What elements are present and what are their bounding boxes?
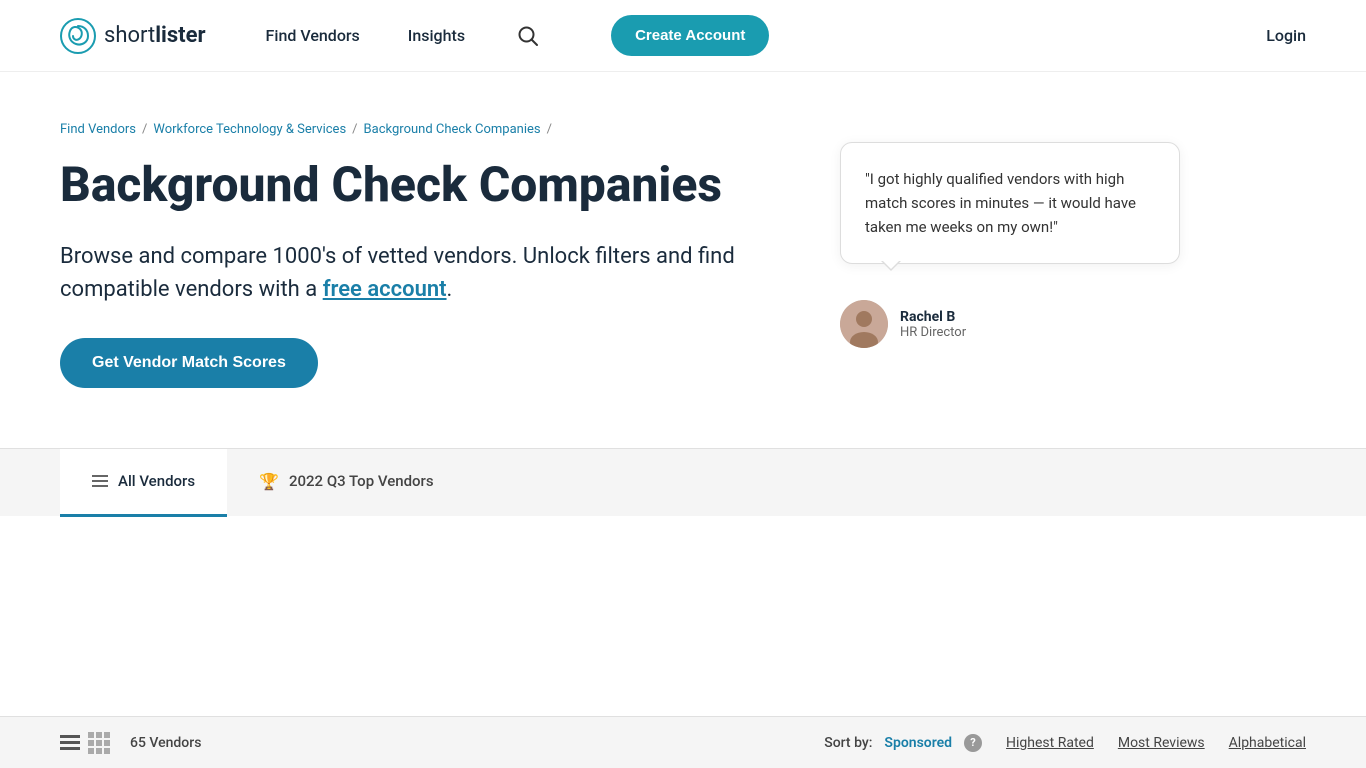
trophy-icon: 🏆: [259, 472, 279, 491]
testimonial-area: "I got highly qualified vendors with hig…: [840, 142, 1180, 348]
grid-view-button[interactable]: [88, 732, 110, 754]
search-icon: [517, 25, 539, 47]
free-account-link[interactable]: free account: [323, 277, 447, 302]
sort-area: Sort by: Sponsored ? Highest Rated Most …: [824, 734, 1306, 752]
sort-sponsored[interactable]: Sponsored: [884, 735, 952, 751]
view-icons: 65 Vendors: [60, 732, 201, 754]
login-link[interactable]: Login: [1266, 26, 1306, 45]
cta-button[interactable]: Get Vendor Match Scores: [60, 338, 318, 388]
avatar-illustration: [840, 300, 888, 348]
list-view-button[interactable]: [60, 735, 80, 750]
hero-description: Browse and compare 1000's of vetted vend…: [60, 240, 780, 306]
tabs-section: All Vendors 🏆 2022 Q3 Top Vendors: [0, 448, 1366, 516]
hero-section: Find Vendors / Workforce Technology & Se…: [0, 72, 1366, 448]
author-title: HR Director: [900, 325, 966, 340]
tab-all-vendors-label: All Vendors: [118, 472, 195, 490]
find-vendors-nav[interactable]: Find Vendors: [266, 26, 360, 45]
breadcrumb-background-check[interactable]: Background Check Companies: [364, 122, 541, 137]
tab-top-vendors-label: 2022 Q3 Top Vendors: [289, 472, 434, 490]
author-name: Rachel B: [900, 309, 966, 325]
sort-highest-rated[interactable]: Highest Rated: [1006, 735, 1094, 751]
tab-all-vendors[interactable]: All Vendors: [60, 449, 227, 517]
breadcrumb-sep-1: /: [142, 122, 147, 137]
testimonial-author: Rachel B HR Director: [840, 300, 1180, 348]
create-account-button[interactable]: Create Account: [611, 15, 769, 56]
logo-icon: [60, 18, 96, 54]
sort-label: Sort by:: [824, 735, 872, 751]
tab-top-vendors[interactable]: 🏆 2022 Q3 Top Vendors: [227, 449, 466, 517]
hero-description-period: .: [447, 277, 453, 302]
sort-alphabetical[interactable]: Alphabetical: [1229, 735, 1306, 751]
testimonial-quote: "I got highly qualified vendors with hig…: [865, 167, 1155, 239]
logo-text: shortlister: [104, 23, 206, 48]
insights-nav[interactable]: Insights: [408, 26, 465, 45]
hero-content: Find Vendors / Workforce Technology & Se…: [60, 122, 780, 388]
breadcrumb-find-vendors[interactable]: Find Vendors: [60, 122, 136, 137]
breadcrumb-sep-2: /: [352, 122, 357, 137]
vendor-count: 65 Vendors: [130, 735, 201, 751]
list-icon: [92, 475, 108, 487]
page-title: Background Check Companies: [60, 157, 780, 212]
header: shortlister Find Vendors Insights Create…: [0, 0, 1366, 72]
testimonial-card: "I got highly qualified vendors with hig…: [840, 142, 1180, 264]
breadcrumb-workforce[interactable]: Workforce Technology & Services: [153, 122, 346, 137]
breadcrumb-sep-3: /: [547, 122, 552, 137]
search-button[interactable]: [513, 21, 543, 51]
logo[interactable]: shortlister: [60, 18, 206, 54]
bottom-bar: 65 Vendors Sort by: Sponsored ? Highest …: [0, 716, 1366, 768]
sort-most-reviews[interactable]: Most Reviews: [1118, 735, 1205, 751]
author-info: Rachel B HR Director: [900, 309, 966, 340]
author-avatar: [840, 300, 888, 348]
main-nav: Find Vendors Insights Create Account: [266, 15, 1267, 56]
sort-help-icon[interactable]: ?: [964, 734, 982, 752]
breadcrumb: Find Vendors / Workforce Technology & Se…: [60, 122, 780, 137]
